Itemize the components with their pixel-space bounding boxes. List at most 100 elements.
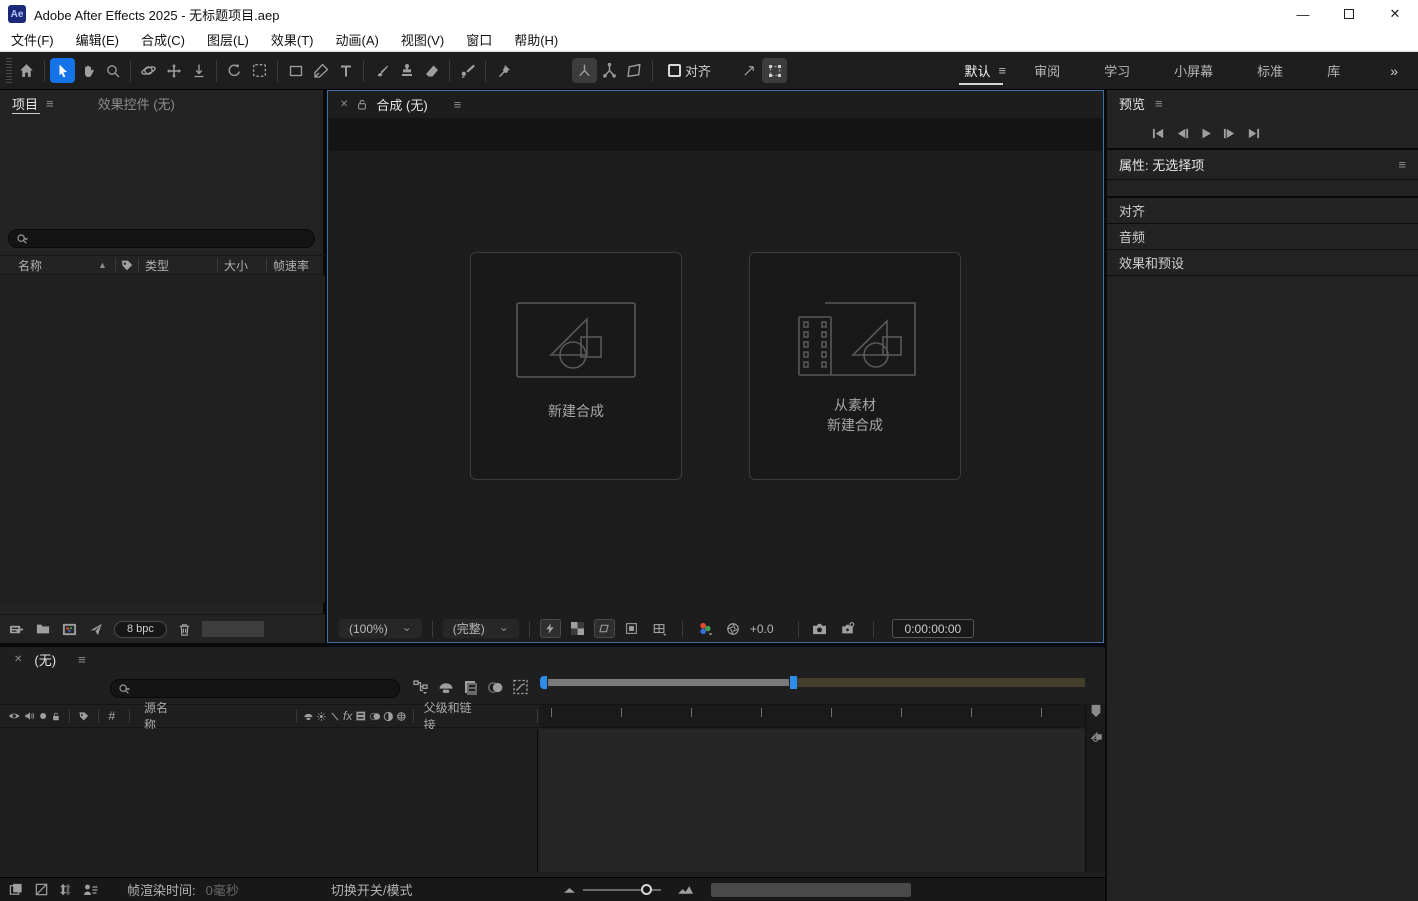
trash-icon[interactable] (177, 622, 192, 637)
solo-icon[interactable] (39, 711, 47, 721)
workspace-tab-standard[interactable]: 标准 (1235, 52, 1305, 89)
toggle-inout-pane-icon[interactable] (59, 882, 72, 897)
zoom-slider-knob[interactable] (641, 884, 652, 895)
comp-tab-close-icon[interactable]: ✕ (340, 99, 348, 110)
column-divider[interactable] (69, 709, 70, 723)
magnification-dropdown[interactable]: (100%) ⌄ (339, 619, 422, 638)
rotation-tool-icon[interactable] (222, 58, 247, 83)
pen-tool-icon[interactable] (308, 58, 333, 83)
label-column-icon[interactable] (78, 709, 90, 723)
snapshot-icon[interactable] (809, 619, 831, 638)
toggle-rendertime-pane-icon[interactable] (82, 883, 99, 897)
pan-camera-tool-icon[interactable] (161, 58, 186, 83)
column-divider[interactable] (266, 258, 267, 272)
motion-blur-icon[interactable] (487, 680, 504, 695)
zoom-in-mountain-icon[interactable] (678, 885, 693, 895)
fast-preview-icon[interactable] (540, 619, 561, 638)
timeline-offline-bar[interactable] (797, 678, 1085, 687)
marker-bin-icon[interactable] (1089, 704, 1103, 718)
eraser-tool-icon[interactable] (419, 58, 444, 83)
toggle-switches-pane-icon[interactable] (8, 882, 24, 897)
brush-tool-icon[interactable] (369, 58, 394, 83)
panel-menu-icon[interactable]: ≡ (46, 96, 54, 111)
dolly-camera-tool-icon[interactable] (186, 58, 211, 83)
timeline-tab-close-icon[interactable]: ✕ (14, 654, 22, 665)
project-item-list[interactable] (0, 276, 325, 602)
parent-link-column-label[interactable]: 父级和链接 (424, 699, 474, 733)
column-divider[interactable] (537, 709, 538, 723)
timeline-panel-menu-icon[interactable]: ≡ (78, 652, 86, 667)
new-comp-from-footage-card[interactable]: 从素材 新建合成 (749, 252, 961, 480)
col-type[interactable]: 类型 (145, 257, 169, 274)
hand-tool-icon[interactable] (75, 58, 100, 83)
properties-panel-title[interactable]: 属性: 无选择项 (1119, 155, 1204, 174)
exposure-reset-icon[interactable] (723, 619, 744, 638)
col-name[interactable]: 名称 (18, 257, 42, 274)
timeline-tab-label[interactable]: (无) (34, 650, 56, 669)
3d-layer-icon[interactable] (396, 710, 407, 723)
menu-window[interactable]: 窗口 (455, 28, 503, 51)
preview-panel-menu-icon[interactable]: ≡ (1155, 96, 1163, 111)
toolbar-grip[interactable] (4, 58, 14, 84)
maximize-button[interactable] (1326, 0, 1372, 28)
track-area[interactable] (539, 729, 1085, 872)
snap-diagonal-icon[interactable] (737, 58, 762, 83)
menu-view[interactable]: 视图(V) (390, 28, 455, 51)
video-eye-icon[interactable] (8, 710, 20, 722)
comp-tab-label[interactable]: 合成 (无) (376, 95, 427, 114)
column-divider[interactable] (115, 258, 116, 272)
menu-file[interactable]: 文件(F) (0, 28, 65, 51)
previous-frame-icon[interactable] (1175, 127, 1190, 140)
column-divider[interactable] (217, 258, 218, 272)
shy-icon[interactable] (437, 680, 455, 695)
project-bit-depth-button[interactable]: 8 bpc (114, 621, 167, 638)
snap-checkbox[interactable] (668, 64, 681, 77)
timecode-display[interactable]: 0:00:00:00 (892, 619, 975, 638)
timeline-horizontal-scrollbar[interactable] (711, 883, 911, 897)
align-panel-header[interactable]: 对齐 (1107, 198, 1418, 224)
grid-guides-options-icon[interactable] (648, 619, 672, 638)
workarea-bar[interactable] (547, 678, 790, 687)
fx-column-icon[interactable]: fx (343, 709, 352, 723)
show-snapshot-icon[interactable] (837, 619, 859, 638)
menu-effect[interactable]: 效果(T) (260, 28, 325, 51)
puppet-pin-tool-icon[interactable] (491, 58, 516, 83)
workspace-tab-small-screen[interactable]: 小屏幕 (1152, 52, 1235, 89)
menu-help[interactable]: 帮助(H) (503, 28, 569, 51)
toggle-modes-pane-icon[interactable] (34, 882, 49, 897)
next-frame-icon[interactable] (1222, 127, 1237, 140)
workspace-overflow-icon[interactable]: » (1362, 63, 1418, 79)
motion-blur-column-icon[interactable] (369, 710, 381, 723)
local-axis-mode-icon[interactable] (572, 58, 597, 83)
transparency-grid-icon[interactable] (567, 619, 588, 638)
view-axis-mode-icon[interactable] (622, 58, 647, 83)
zoom-out-mountain-icon[interactable] (564, 886, 575, 894)
menu-composition[interactable]: 合成(C) (130, 28, 196, 51)
clone-stamp-tool-icon[interactable] (394, 58, 419, 83)
resolution-dropdown[interactable]: (完整) ⌄ (443, 619, 519, 638)
menu-edit[interactable]: 编辑(E) (65, 28, 130, 51)
workspace-tab-default[interactable]: 默认 (943, 52, 1013, 89)
tab-project[interactable]: 项目 ≡ (0, 90, 66, 117)
new-composition-icon[interactable] (61, 622, 78, 637)
world-axis-mode-icon[interactable] (597, 58, 622, 83)
graph-editor-icon[interactable] (512, 679, 529, 695)
comp-panel-menu-icon[interactable]: ≡ (454, 97, 462, 112)
workarea-start-handle[interactable] (540, 676, 547, 689)
mini-flowchart-icon[interactable] (412, 679, 429, 695)
play-icon[interactable] (1199, 127, 1213, 140)
column-divider[interactable] (98, 709, 99, 723)
home-icon[interactable] (14, 58, 39, 83)
exposure-value[interactable]: +0.0 (750, 622, 774, 636)
timeline-search-input[interactable] (110, 679, 400, 698)
new-folder-icon[interactable] (35, 622, 51, 636)
type-tool-icon[interactable] (333, 58, 358, 83)
channel-settings-icon[interactable] (693, 619, 717, 638)
effects-presets-panel-header[interactable]: 效果和预设 (1107, 250, 1418, 276)
column-divider[interactable] (138, 258, 139, 272)
zoom-tool-icon[interactable] (100, 58, 125, 83)
selection-tool-icon[interactable] (50, 58, 75, 83)
quality-icon[interactable] (330, 710, 340, 723)
mask-visibility-icon[interactable] (594, 619, 615, 638)
layer-list-area[interactable] (0, 729, 538, 872)
